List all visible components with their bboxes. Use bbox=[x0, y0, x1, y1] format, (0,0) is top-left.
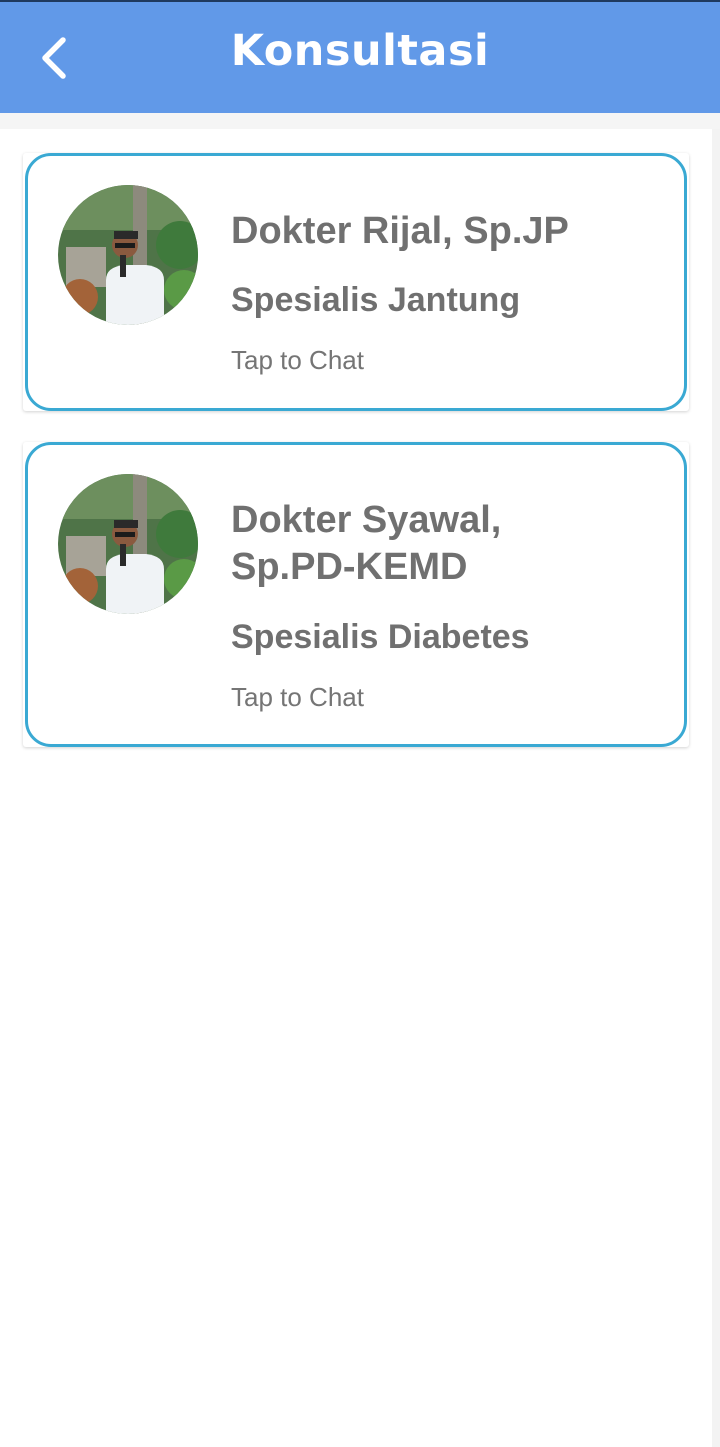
app-bar: Konsultasi bbox=[0, 0, 720, 113]
doctor-specialty: Spesialis Jantung bbox=[231, 281, 521, 319]
list-top-gap bbox=[0, 113, 720, 129]
doctor-card[interactable]: Dokter Rijal, Sp.JP Spesialis Jantung Ta… bbox=[25, 153, 687, 411]
page-title: Konsultasi bbox=[230, 26, 490, 76]
tap-to-chat-label: Tap to Chat bbox=[231, 345, 364, 375]
app-screen: Konsultasi Dokter Rijal, Sp.JP Spesialis… bbox=[0, 0, 720, 1447]
doctor-name: Dokter Rijal, Sp.JP bbox=[231, 210, 569, 252]
doctor-list: Dokter Rijal, Sp.JP Spesialis Jantung Ta… bbox=[0, 113, 720, 1447]
doctor-card[interactable]: Dokter Syawal, Sp.PD-KEMD Spesialis Diab… bbox=[25, 442, 687, 747]
list-item: Dokter Syawal, Sp.PD-KEMD Spesialis Diab… bbox=[23, 442, 689, 747]
doctor-name: Dokter Syawal, Sp.PD-KEMD bbox=[231, 499, 502, 588]
doctor-avatar bbox=[58, 185, 198, 325]
list-item: Dokter Rijal, Sp.JP Spesialis Jantung Ta… bbox=[23, 153, 689, 411]
doctor-avatar bbox=[58, 474, 198, 614]
doctor-specialty: Spesialis Diabetes bbox=[231, 618, 530, 656]
tap-to-chat-label: Tap to Chat bbox=[231, 682, 364, 712]
scroll-track bbox=[712, 129, 720, 1447]
